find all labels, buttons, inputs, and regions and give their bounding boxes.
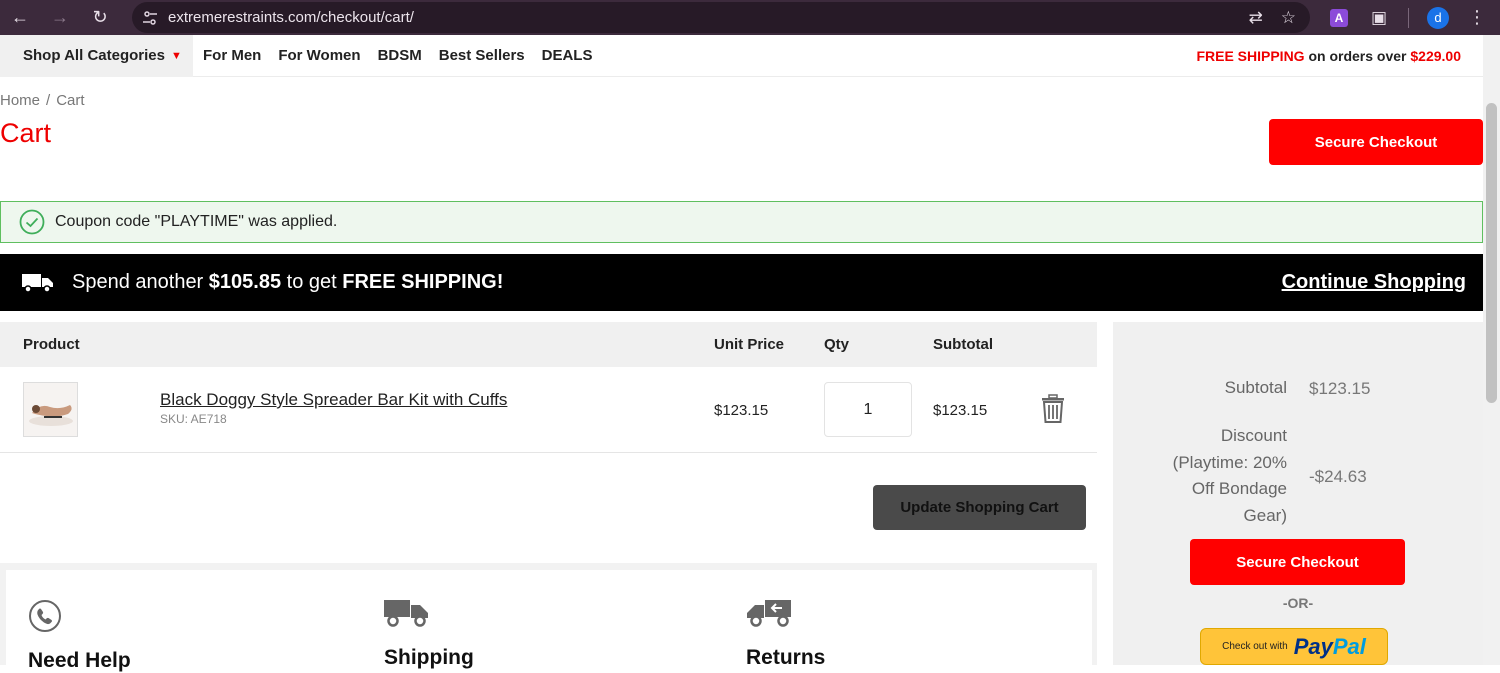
nav-links: For Men For Women BDSM Best Sellers DEAL… bbox=[203, 47, 592, 64]
col-subtotal: Subtotal bbox=[933, 336, 993, 353]
caret-down-icon: ▼ bbox=[170, 49, 182, 62]
translate-icon[interactable]: ⇄ bbox=[1249, 8, 1263, 28]
return-truck-icon bbox=[747, 600, 791, 627]
back-icon[interactable]: ← bbox=[0, 0, 40, 35]
nav-link-for-women[interactable]: For Women bbox=[278, 47, 360, 64]
col-product: Product bbox=[23, 336, 80, 353]
address-bar[interactable]: extremerestraints.com/checkout/cart/ ⇄ ☆ bbox=[132, 2, 1310, 33]
or-divider: -OR- bbox=[1282, 595, 1314, 611]
help-item-need-help[interactable]: Need Help bbox=[28, 599, 131, 672]
item-subtotal-value: $123.15 bbox=[933, 402, 988, 419]
nav-link-deals[interactable]: DEALS bbox=[542, 47, 593, 64]
product-name-link[interactable]: Black Doggy Style Spreader Bar Kit with … bbox=[160, 390, 507, 410]
coupon-success-message: Coupon code "PLAYTIME" was applied. bbox=[0, 201, 1483, 243]
extension-a-icon[interactable]: A bbox=[1328, 0, 1350, 35]
breadcrumb: Home / Cart bbox=[0, 92, 85, 109]
product-thumbnail[interactable] bbox=[23, 382, 78, 437]
paypal-logo: PayPal bbox=[1293, 633, 1366, 659]
forward-icon[interactable]: → bbox=[40, 0, 80, 35]
extensions-puzzle-icon[interactable]: ▣ bbox=[1368, 0, 1390, 35]
delivery-truck-icon bbox=[22, 273, 53, 293]
site-settings-icon[interactable] bbox=[132, 10, 168, 26]
check-circle-icon bbox=[19, 209, 45, 235]
trash-icon[interactable] bbox=[1040, 394, 1066, 424]
nav-link-best-sellers[interactable]: Best Sellers bbox=[439, 47, 525, 64]
url-text: extremerestraints.com/checkout/cart/ bbox=[168, 9, 414, 26]
shop-all-categories-button[interactable]: Shop All Categories ▼ bbox=[0, 34, 193, 77]
order-summary: Subtotal $123.15 Discount (Playtime: 20%… bbox=[1113, 322, 1483, 665]
truck-icon bbox=[384, 600, 428, 627]
phone-icon bbox=[29, 600, 61, 632]
continue-shopping-link[interactable]: Continue Shopping bbox=[1282, 254, 1466, 311]
browser-menu-icon[interactable]: ⋮ bbox=[1466, 0, 1488, 35]
help-title-shipping: Shipping bbox=[384, 646, 474, 669]
free-shipping-threshold-text: Spend another $105.85 to get FREE SHIPPI… bbox=[72, 271, 504, 293]
paypal-checkout-button[interactable]: Check out with PayPal bbox=[1200, 628, 1388, 665]
cart-table-header: Product Unit Price Qty Subtotal bbox=[0, 322, 1097, 367]
nav-link-bdsm[interactable]: BDSM bbox=[378, 47, 422, 64]
secure-checkout-button-top[interactable]: Secure Checkout bbox=[1269, 119, 1483, 165]
nav-link-for-men[interactable]: For Men bbox=[203, 47, 261, 64]
cart-item-row: Black Doggy Style Spreader Bar Kit with … bbox=[0, 367, 1097, 453]
help-item-returns[interactable]: Returns bbox=[746, 598, 825, 669]
scrollbar-thumb[interactable] bbox=[1486, 103, 1497, 403]
summary-discount-value: -$24.63 bbox=[1309, 467, 1367, 486]
unit-price-value: $123.15 bbox=[714, 402, 769, 419]
reload-icon[interactable]: ↻ bbox=[80, 0, 120, 35]
summary-discount-label: Discount (Playtime: 20% Off Bondage Gear… bbox=[1172, 426, 1287, 525]
site-navigation: Shop All Categories ▼ For Men For Women … bbox=[0, 34, 1483, 77]
product-sku: SKU: AE718 bbox=[160, 412, 227, 426]
col-unit-price: Unit Price bbox=[714, 336, 785, 353]
update-shopping-cart-button[interactable]: Update Shopping Cart bbox=[873, 485, 1086, 530]
free-shipping-promo: FREE SHIPPING on orders over $229.00 bbox=[1196, 48, 1461, 64]
col-qty: Qty bbox=[824, 336, 850, 353]
breadcrumb-current: Cart bbox=[56, 92, 85, 109]
quantity-input[interactable] bbox=[824, 382, 912, 437]
free-shipping-banner: Spend another $105.85 to get FREE SHIPPI… bbox=[0, 254, 1483, 311]
toolbar-divider bbox=[1408, 8, 1409, 28]
secure-checkout-button-sidebar[interactable]: Secure Checkout bbox=[1190, 539, 1405, 585]
summary-subtotal-value: $123.15 bbox=[1309, 379, 1371, 398]
page-title: Cart bbox=[0, 118, 52, 148]
profile-avatar[interactable]: d bbox=[1426, 0, 1450, 35]
browser-toolbar: ← → ↻ extremerestraints.com/checkout/car… bbox=[0, 0, 1500, 35]
help-section: Need Help Shipping Returns bbox=[6, 570, 1092, 672]
summary-subtotal-label: Subtotal bbox=[1224, 378, 1287, 397]
breadcrumb-home[interactable]: Home bbox=[0, 92, 40, 109]
bookmark-star-icon[interactable]: ☆ bbox=[1281, 8, 1296, 28]
page-scrollbar[interactable] bbox=[1483, 35, 1500, 665]
help-title-need-help: Need Help bbox=[28, 649, 131, 672]
help-title-returns: Returns bbox=[746, 646, 826, 669]
help-item-shipping[interactable]: Shipping bbox=[384, 598, 474, 669]
